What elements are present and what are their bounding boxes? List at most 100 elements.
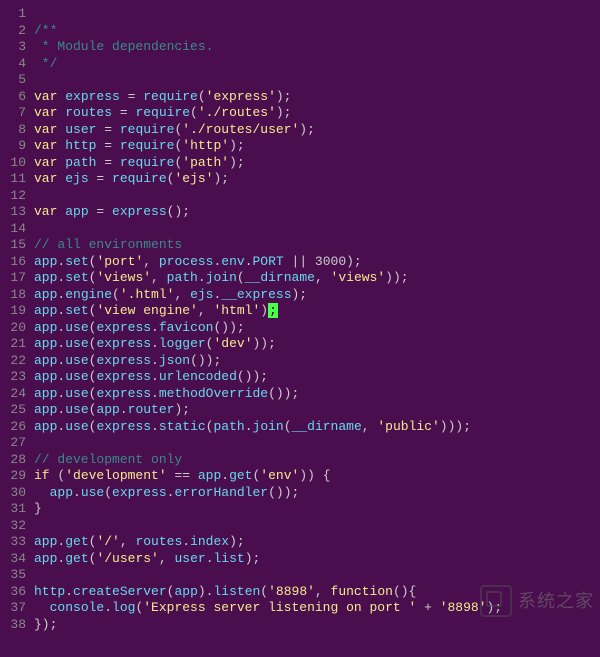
code-token: createServer (73, 584, 167, 599)
code-token: 'port' (96, 254, 143, 269)
code-token: ). (198, 584, 214, 599)
code-token: ); (276, 105, 292, 120)
line-number: 28 (4, 452, 26, 469)
code-token: ); (174, 402, 190, 417)
line-number: 12 (4, 188, 26, 205)
code-token: , (198, 303, 214, 318)
code-token: . (151, 419, 159, 434)
code-line[interactable] (34, 6, 600, 23)
code-line[interactable]: app.get('/', routes.index); (34, 534, 600, 551)
code-line[interactable] (34, 221, 600, 238)
code-token: . (120, 402, 128, 417)
code-token: use (65, 336, 88, 351)
code-token: user (65, 122, 96, 137)
code-token: )); (253, 336, 276, 351)
code-line[interactable]: }); (34, 617, 600, 634)
code-token: if (34, 468, 50, 483)
code-line[interactable]: * Module dependencies. (34, 39, 600, 56)
code-line[interactable]: app.engine('.html', ejs.__express); (34, 287, 600, 304)
code-line[interactable]: var app = express(); (34, 204, 600, 221)
code-token: ) (260, 303, 268, 318)
code-token: join (253, 419, 284, 434)
code-token: app (34, 551, 57, 566)
code-line[interactable] (34, 72, 600, 89)
code-token: , (174, 287, 190, 302)
code-line[interactable]: app.use(express.static(path.join(__dirna… (34, 419, 600, 436)
code-token: = (112, 105, 135, 120)
code-line[interactable]: if ('development' == app.get('env')) { (34, 468, 600, 485)
line-number: 11 (4, 171, 26, 188)
code-line[interactable]: app.use(express.json()); (34, 353, 600, 370)
code-token: ( (104, 485, 112, 500)
code-token: app (198, 468, 221, 483)
code-line[interactable]: app.use(express.favicon()); (34, 320, 600, 337)
code-line[interactable]: var user = require('./routes/user'); (34, 122, 600, 139)
code-token: express (65, 89, 120, 104)
code-token: env (221, 254, 244, 269)
code-line[interactable]: /** (34, 23, 600, 40)
code-token: app (34, 303, 57, 318)
code-line[interactable] (34, 188, 600, 205)
code-token: ()); (237, 369, 268, 384)
code-token: ); (229, 155, 245, 170)
code-line[interactable]: // development only (34, 452, 600, 469)
line-number: 18 (4, 287, 26, 304)
code-line[interactable] (34, 567, 600, 584)
code-token: , (143, 254, 159, 269)
code-line[interactable]: app.set('view engine', 'html'); (34, 303, 600, 320)
code-token: index (190, 534, 229, 549)
line-number: 5 (4, 72, 26, 89)
code-token: , (362, 419, 378, 434)
code-token: express (112, 485, 167, 500)
line-number: 35 (4, 567, 26, 584)
line-number: 8 (4, 122, 26, 139)
code-token: favicon (159, 320, 214, 335)
code-line[interactable]: app.use(express.errorHandler()); (34, 485, 600, 502)
code-token: logger (159, 336, 206, 351)
line-number: 31 (4, 501, 26, 518)
code-token: ( (237, 270, 245, 285)
code-line[interactable]: var path = require('path'); (34, 155, 600, 172)
code-line[interactable]: } (34, 501, 600, 518)
line-number: 9 (4, 138, 26, 155)
code-token: set (65, 303, 88, 318)
code-token: app (96, 402, 119, 417)
code-line[interactable]: app.set('port', process.env.PORT || 3000… (34, 254, 600, 271)
code-line[interactable] (34, 518, 600, 535)
text-cursor: ; (268, 303, 278, 318)
code-token: 'development' (65, 468, 166, 483)
code-token: (); (167, 204, 190, 219)
code-token: routes (135, 534, 182, 549)
code-line[interactable]: app.use(express.logger('dev')); (34, 336, 600, 353)
code-line[interactable]: var http = require('http'); (34, 138, 600, 155)
code-line[interactable]: // all environments (34, 237, 600, 254)
code-token: . (65, 584, 73, 599)
code-line[interactable]: app.use(express.methodOverride()); (34, 386, 600, 403)
code-token: . (104, 600, 112, 615)
code-line[interactable]: app.get('/users', user.list); (34, 551, 600, 568)
code-token: require (135, 105, 190, 120)
code-line[interactable]: app.use(app.router); (34, 402, 600, 419)
code-token: app (34, 270, 57, 285)
line-number: 16 (4, 254, 26, 271)
line-number: 6 (4, 89, 26, 106)
code-token: var (34, 138, 57, 153)
code-line[interactable]: var express = require('express'); (34, 89, 600, 106)
code-token: app (34, 353, 57, 368)
code-content[interactable]: /** * Module dependencies. */ var expres… (34, 6, 600, 633)
code-line[interactable]: app.set('views', path.join(__dirname, 'v… (34, 270, 600, 287)
code-line[interactable] (34, 435, 600, 452)
code-token: app (174, 584, 197, 599)
code-token: process (159, 254, 214, 269)
code-token: './routes' (198, 105, 276, 120)
code-token: 'dev' (213, 336, 252, 351)
code-token: app (34, 320, 57, 335)
code-line[interactable]: var ejs = require('ejs'); (34, 171, 600, 188)
code-token: static (159, 419, 206, 434)
code-line[interactable]: var routes = require('./routes'); (34, 105, 600, 122)
code-token: /** (34, 23, 57, 38)
code-editor[interactable]: 1234567891011121314151617181920212223242… (0, 0, 600, 633)
code-line[interactable]: */ (34, 56, 600, 73)
code-token: ()); (190, 353, 221, 368)
code-line[interactable]: app.use(express.urlencoded()); (34, 369, 600, 386)
